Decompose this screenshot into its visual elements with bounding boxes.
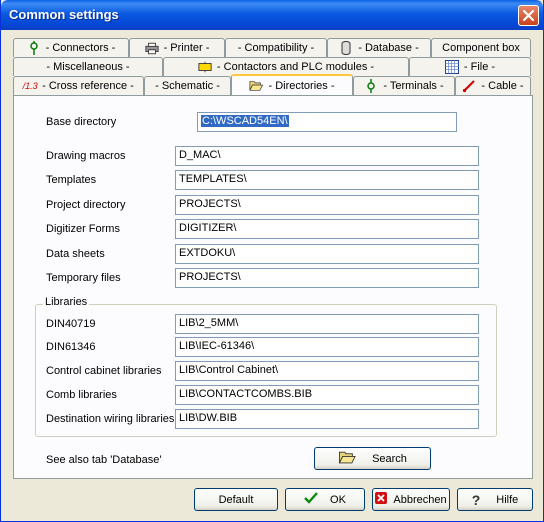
tab-label: - Printer - bbox=[163, 42, 210, 54]
tab-database[interactable]: - Database - bbox=[327, 38, 431, 57]
libraries-group-title: Libraries bbox=[43, 296, 90, 308]
tab-label: - Database - bbox=[358, 42, 419, 54]
close-button[interactable] bbox=[518, 5, 539, 26]
destination-wiring-libraries-input[interactable]: LIB\DW.BIB bbox=[175, 409, 479, 429]
cancel-button[interactable]: Abbrechen bbox=[372, 488, 450, 511]
help-button[interactable]: ? Hilfe bbox=[457, 488, 533, 511]
project-directory-label: Project directory bbox=[46, 199, 126, 211]
temporary-files-input[interactable]: PROJECTS\ bbox=[175, 268, 479, 288]
drawing-macros-input[interactable]: D_MAC\ bbox=[175, 146, 479, 166]
tab-label: - Cable - bbox=[481, 80, 524, 92]
help-button-label: Hilfe bbox=[496, 493, 519, 506]
ok-button-label: OK bbox=[330, 493, 346, 506]
cross-reference-icon: /1.3 bbox=[22, 81, 38, 91]
tab-cable[interactable]: - Cable - bbox=[455, 76, 531, 95]
tab-label: Component box bbox=[442, 42, 520, 54]
folder-open-icon bbox=[338, 450, 356, 467]
control-cabinet-libraries-input[interactable]: LIB\Control Cabinet\ bbox=[175, 361, 479, 381]
base-directory-value: C:\WSCAD54EN\ bbox=[201, 115, 289, 127]
comb-libraries-input[interactable]: LIB\CONTACTCOMBS.BIB bbox=[175, 385, 479, 405]
data-sheets-input[interactable]: EXTDOKU\ bbox=[175, 244, 479, 264]
ok-button[interactable]: OK bbox=[285, 488, 365, 511]
terminal-icon bbox=[364, 79, 378, 93]
tab-compatibility[interactable]: - Compatibility - bbox=[225, 38, 327, 57]
tab-terminals[interactable]: - Terminals - bbox=[353, 76, 455, 95]
tab-printer[interactable]: - Printer - bbox=[129, 38, 225, 57]
checkmark-icon bbox=[304, 492, 318, 507]
din40719-value: LIB\2_5MM\ bbox=[179, 317, 239, 329]
cancel-button-label: Abbrechen bbox=[393, 493, 447, 506]
control-cabinet-libraries-label: Control cabinet libraries bbox=[46, 365, 162, 377]
window-title: Common settings bbox=[9, 7, 119, 22]
digitizer-forms-input[interactable]: DIGITIZER\ bbox=[175, 219, 479, 239]
comb-libraries-label: Comb libraries bbox=[46, 389, 117, 401]
templates-input[interactable]: TEMPLATES\ bbox=[175, 170, 479, 190]
tab-file[interactable]: - File - bbox=[409, 57, 531, 76]
tab-label: - Miscellaneous - bbox=[46, 61, 130, 73]
din40719-input[interactable]: LIB\2_5MM\ bbox=[175, 314, 479, 334]
din61346-input[interactable]: LIB\IEC-61346\ bbox=[175, 337, 479, 357]
tab-label: - Connectors - bbox=[45, 42, 116, 54]
connector-icon bbox=[27, 41, 41, 55]
drawing-macros-label: Drawing macros bbox=[46, 150, 126, 162]
digitizer-forms-label: Digitizer Forms bbox=[46, 223, 120, 235]
search-button-label: Search bbox=[372, 452, 407, 465]
folder-open-icon bbox=[249, 79, 264, 93]
base-directory-label: Base directory bbox=[46, 116, 117, 128]
data-sheets-value: EXTDOKU\ bbox=[179, 247, 236, 259]
see-also-note: See also tab 'Database' bbox=[46, 454, 162, 466]
destination-wiring-libraries-value: LIB\DW.BIB bbox=[179, 412, 238, 424]
settings-dialog: Common settings - Connectors - - Printer… bbox=[0, 0, 544, 522]
tab-label: - Schematic - bbox=[155, 80, 220, 92]
project-directory-value: PROJECTS\ bbox=[179, 198, 241, 210]
tab-connectors[interactable]: - Connectors - bbox=[13, 38, 129, 57]
tab-label: - Contactors and PLC modules - bbox=[216, 61, 375, 73]
temporary-files-value: PROJECTS\ bbox=[179, 271, 241, 283]
tab-directories[interactable]: - Directories - bbox=[231, 74, 353, 95]
close-icon bbox=[522, 9, 535, 22]
templates-value: TEMPLATES\ bbox=[179, 173, 247, 185]
control-cabinet-libraries-value: LIB\Control Cabinet\ bbox=[179, 364, 279, 376]
tab-label: - Compatibility - bbox=[237, 42, 315, 54]
database-icon bbox=[339, 41, 353, 55]
cancel-icon bbox=[375, 492, 388, 507]
destination-wiring-libraries-label: Destination wiring libraries bbox=[46, 413, 175, 425]
default-button-label: Default bbox=[218, 493, 254, 506]
tab-label: - Terminals - bbox=[383, 80, 444, 92]
tab-component-box[interactable]: Component box bbox=[431, 38, 531, 57]
tab-label: - Cross reference - bbox=[42, 80, 134, 92]
tab-label: - Directories - bbox=[268, 79, 335, 92]
printer-icon bbox=[145, 41, 159, 55]
tab-label: - File - bbox=[463, 61, 496, 73]
data-sheets-label: Data sheets bbox=[46, 248, 105, 260]
tab-miscellaneous[interactable]: - Miscellaneous - bbox=[13, 57, 163, 76]
din40719-label: DIN40719 bbox=[46, 318, 96, 330]
tab-cross-reference[interactable]: /1.3 - Cross reference - bbox=[13, 76, 144, 95]
contactor-icon bbox=[198, 60, 212, 74]
digitizer-forms-value: DIGITIZER\ bbox=[179, 222, 237, 234]
title-bar[interactable]: Common settings bbox=[1, 0, 543, 30]
comb-libraries-value: LIB\CONTACTCOMBS.BIB bbox=[179, 388, 313, 400]
cable-icon bbox=[462, 79, 476, 93]
default-button[interactable]: Default bbox=[194, 488, 278, 511]
temporary-files-label: Temporary files bbox=[46, 272, 121, 284]
grid-file-icon bbox=[444, 60, 459, 74]
search-button[interactable]: Search bbox=[314, 447, 431, 470]
templates-label: Templates bbox=[46, 174, 97, 186]
help-icon: ? bbox=[471, 491, 481, 508]
din61346-value: LIB\IEC-61346\ bbox=[179, 340, 255, 352]
tab-schematic[interactable]: - Schematic - bbox=[144, 76, 231, 95]
drawing-macros-value: D_MAC\ bbox=[179, 149, 221, 161]
din61346-label: DIN61346 bbox=[46, 341, 96, 353]
base-directory-input[interactable]: C:\WSCAD54EN\ bbox=[197, 112, 457, 132]
project-directory-input[interactable]: PROJECTS\ bbox=[175, 195, 479, 215]
